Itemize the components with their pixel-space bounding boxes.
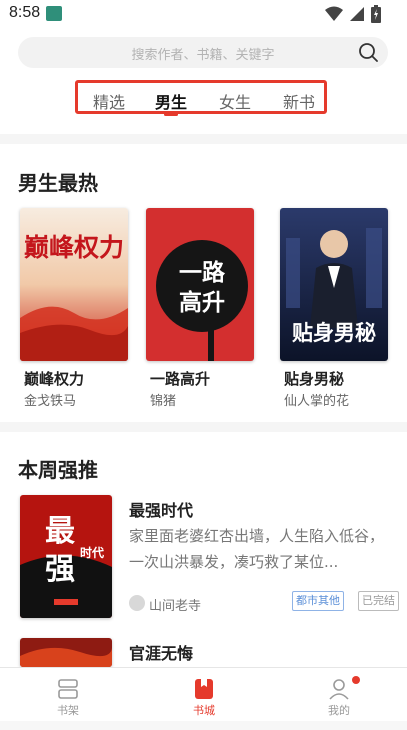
section-divider (0, 422, 407, 432)
status-bar: 8:58 (0, 0, 407, 28)
nav-label: 书城 (193, 704, 215, 717)
book-title: 贴身男秘 (284, 370, 345, 388)
tab-featured[interactable]: 精选 (93, 89, 125, 113)
book-title: 官涯无悔 (129, 644, 194, 663)
nav-label: 书架 (57, 704, 79, 717)
book-cover[interactable]: 贴身男秘 (280, 208, 388, 361)
book-author: 仙人掌的花 (284, 394, 350, 409)
section-divider (0, 134, 407, 144)
genre-tag: 都市其他 (292, 591, 344, 611)
book-cover-subtitle: 高升 (179, 289, 225, 316)
status-tag: 已完结 (358, 591, 399, 611)
bookshelf-icon[interactable] (56, 677, 80, 701)
book-cover-title: 巅峰权力 (24, 233, 124, 262)
book-cover-title: 一路 (179, 259, 226, 286)
book-cover[interactable]: 最 强 时代 (20, 495, 112, 618)
profile-icon[interactable] (327, 677, 351, 701)
book-cover-title: 最 (45, 514, 75, 549)
nav-profile[interactable]: 我的 (299, 668, 379, 722)
system-strip (0, 721, 407, 730)
book-author: 山间老寺 (149, 599, 202, 614)
tab-new-books[interactable]: 新书 (283, 89, 315, 113)
book-cover[interactable]: 一路 高升 (146, 208, 254, 361)
wifi-icon (325, 6, 343, 21)
nav-bookstore[interactable]: 书城 (164, 668, 244, 722)
search-icon[interactable] (358, 42, 378, 62)
book-cover-subtitle: 时代 (80, 545, 104, 560)
book-author: 金戈铁马 (24, 394, 77, 409)
signal-icon (350, 7, 364, 21)
book-author: 锦猪 (150, 394, 177, 409)
search-placeholder: 搜索作者、书籍、关键字 (131, 48, 275, 63)
author-icon (129, 595, 145, 611)
section-title-hot: 男生最热 (18, 171, 98, 195)
bookstore-icon[interactable] (192, 677, 216, 701)
notification-dot (352, 676, 360, 684)
battery-icon (371, 5, 381, 23)
search-bar[interactable]: 搜索作者、书籍、关键字 (18, 37, 388, 68)
book-cover[interactable] (20, 638, 112, 667)
book-description: 家里面老婆红杏出墙，人生陷入低谷，一次山洪暴发，凑巧救了某位... (129, 527, 385, 571)
book-cover-title: 贴身男秘 (292, 321, 376, 345)
book-cover[interactable]: 巅峰权力 (20, 208, 128, 361)
book-title: 巅峰权力 (24, 370, 85, 388)
book-cover-title-2: 强 (45, 552, 75, 587)
book-title: 最强时代 (129, 501, 194, 520)
section-title-weekly: 本周强推 (18, 458, 98, 482)
bottom-nav: 书架 书城 我的 (0, 667, 407, 721)
app-notification-icon (46, 6, 62, 21)
active-tab-indicator (164, 113, 178, 116)
tab-male[interactable]: 男生 (155, 89, 187, 113)
status-icons (325, 5, 381, 23)
status-time: 8:58 (9, 4, 41, 21)
nav-bookshelf[interactable]: 书架 (28, 668, 108, 722)
nav-label: 我的 (328, 704, 350, 717)
category-tabs: 精选 男生 女生 新书 (75, 80, 327, 116)
book-title: 一路高升 (150, 370, 211, 388)
tab-female[interactable]: 女生 (219, 89, 251, 113)
